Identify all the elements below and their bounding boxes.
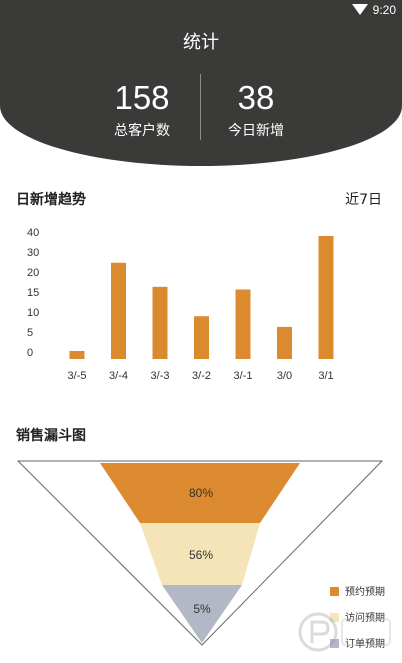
legend-item-1[interactable]: 预约预期 <box>330 583 385 598</box>
y-tick-label: 20 <box>27 267 39 279</box>
bar-3/1[interactable] <box>318 236 334 359</box>
x-tick-label: 3/1 <box>318 370 333 382</box>
bar-3/-2[interactable] <box>194 316 209 359</box>
bar-3/-4[interactable] <box>111 262 126 359</box>
legend-label-1: 预约预期 <box>345 587 385 598</box>
bar-3/-5[interactable] <box>69 350 85 359</box>
funnel-section-title: 销售漏斗图 <box>16 428 86 444</box>
x-tick-label: 3/-2 <box>192 370 211 382</box>
funnel-segment-1-label: 80% <box>189 486 213 500</box>
trend-section-title: 日新增趋势 <box>16 192 86 208</box>
today-new-stat[interactable]: 38 今日新增 <box>156 80 356 140</box>
daily-new-bar-chart: 40 30 20 15 10 5 0 3/-5 3/-4 3/-3 3/-2 3/-1 3/0 3/1 <box>27 227 334 382</box>
status-time: 9:20 <box>372 3 396 17</box>
bar-3/-1[interactable] <box>235 289 251 359</box>
x-tick-label: 3/-5 <box>68 370 87 382</box>
today-new-label: 今日新增 <box>228 123 284 139</box>
y-tick-label: 30 <box>27 247 39 259</box>
bar-3/-3[interactable] <box>152 286 168 359</box>
x-tick-label: 3/-3 <box>151 370 170 382</box>
page-title: 统计 <box>183 32 219 53</box>
x-tick-label: 3/0 <box>277 370 292 382</box>
y-tick-label: 15 <box>27 287 39 299</box>
bar-3/0[interactable] <box>277 326 292 359</box>
stats-header: 统计 158 总客户数 38 今日新增 <box>0 22 402 166</box>
funnel-segment-2-label: 56% <box>189 548 213 562</box>
x-tick-label: 3/-4 <box>109 370 128 382</box>
legend-swatch-1 <box>330 587 339 596</box>
y-tick-label: 40 <box>27 227 39 239</box>
status-bar: 9:20 <box>0 0 402 22</box>
today-new-value: 38 <box>237 79 275 116</box>
y-tick-label: 10 <box>27 307 39 319</box>
watermark-logo <box>298 612 391 652</box>
x-tick-label: 3/-1 <box>234 370 253 382</box>
funnel-segment-3-label: 5% <box>193 602 211 616</box>
y-tick-label: 0 <box>27 347 33 359</box>
y-tick-label: 5 <box>27 327 33 339</box>
range-selector[interactable]: 近7日 <box>345 189 382 209</box>
wifi-icon <box>352 4 368 15</box>
